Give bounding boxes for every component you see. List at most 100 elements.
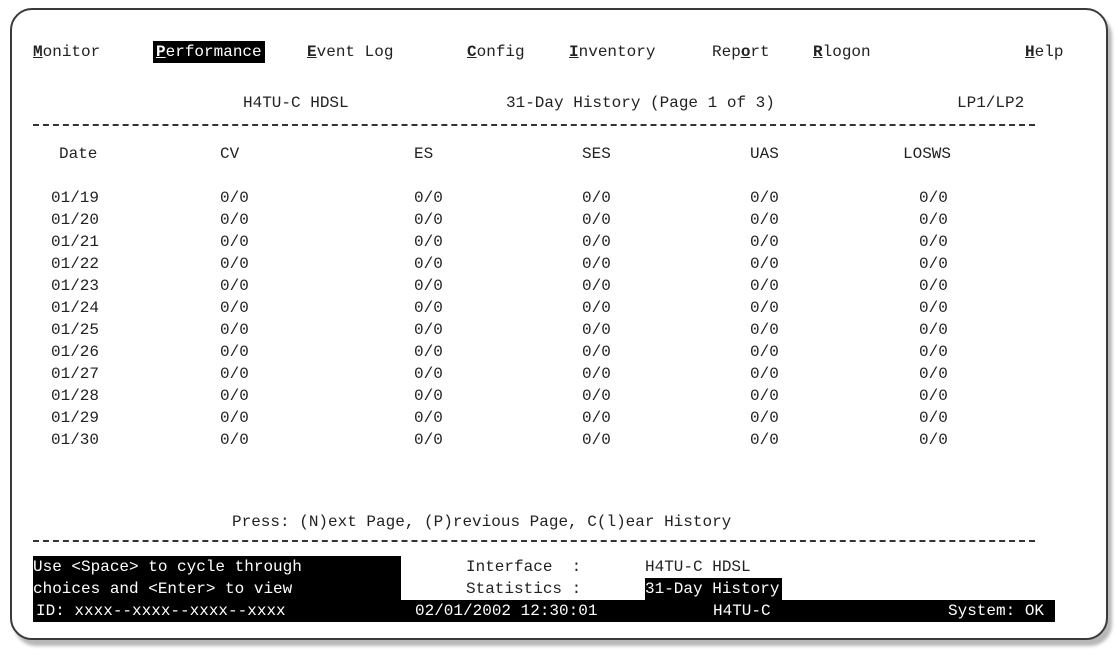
cell-date: 01/28 (51, 387, 100, 405)
menu-event-log[interactable]: Event Log (307, 41, 393, 63)
cell-losws: 0/0 (919, 343, 948, 361)
cell-cv: 0/0 (220, 387, 249, 405)
menu-label: vent Log (316, 43, 394, 61)
menu-hotkey: R (813, 43, 823, 61)
cell-date: 01/26 (51, 343, 100, 361)
cell-es: 0/0 (414, 431, 443, 449)
cell-uas: 0/0 (750, 211, 779, 229)
cell-uas: 0/0 (750, 365, 779, 383)
menu-config[interactable]: Config (467, 41, 525, 63)
cell-ses: 0/0 (582, 233, 611, 251)
cell-es: 0/0 (414, 255, 443, 273)
cell-losws: 0/0 (919, 365, 948, 383)
cell-cv: 0/0 (220, 365, 249, 383)
cell-losws: 0/0 (919, 409, 948, 427)
table-row: 01/25 0/0 0/0 0/0 0/0 0/0 (0, 319, 1118, 341)
cell-uas: 0/0 (750, 233, 779, 251)
cell-losws: 0/0 (919, 211, 948, 229)
cell-cv: 0/0 (220, 431, 249, 449)
cell-ses: 0/0 (582, 211, 611, 229)
cell-losws: 0/0 (919, 321, 948, 339)
cell-es: 0/0 (414, 233, 443, 251)
statistics-selector[interactable]: 31-Day History (645, 578, 783, 600)
cell-ses: 0/0 (582, 255, 611, 273)
cell-es: 0/0 (414, 299, 443, 317)
column-header-cv: CV (220, 145, 240, 163)
interface-value: H4TU-C HDSL (645, 558, 751, 576)
cell-cv: 0/0 (220, 211, 249, 229)
cell-ses: 0/0 (582, 431, 611, 449)
page-title: 31-Day History (Page 1 of 3) (506, 94, 775, 112)
cell-es: 0/0 (414, 189, 443, 207)
cell-cv: 0/0 (220, 409, 249, 427)
cell-cv: 0/0 (220, 233, 249, 251)
cell-es: 0/0 (414, 277, 443, 295)
status-datetime: 02/01/2002 12:30:01 (415, 602, 598, 620)
bottom-divider (33, 540, 1035, 542)
table-row: 01/30 0/0 0/0 0/0 0/0 0/0 (0, 429, 1118, 451)
cell-cv: 0/0 (220, 189, 249, 207)
cell-date: 01/29 (51, 409, 100, 427)
menu-report[interactable]: Report (712, 41, 770, 63)
table-row: 01/22 0/0 0/0 0/0 0/0 0/0 (0, 253, 1118, 275)
table-row: 01/27 0/0 0/0 0/0 0/0 0/0 (0, 363, 1118, 385)
top-divider (33, 124, 1035, 126)
status-unit: H4TU-C (713, 602, 771, 620)
cell-ses: 0/0 (582, 321, 611, 339)
cell-uas: 0/0 (750, 189, 779, 207)
table-row: 01/21 0/0 0/0 0/0 0/0 0/0 (0, 231, 1118, 253)
menu-rlogon[interactable]: Rlogon (813, 41, 871, 63)
cell-date: 01/23 (51, 277, 100, 295)
key-prompt: Press: (N)ext Page, (P)revious Page, C(l… (232, 513, 732, 531)
column-header-date: Date (59, 145, 98, 163)
menu-hotkey: H (1025, 43, 1035, 61)
menu-hotkey: I (569, 43, 579, 61)
menu-label: onitor (42, 43, 101, 61)
cell-cv: 0/0 (220, 299, 249, 317)
cell-losws: 0/0 (919, 255, 948, 273)
column-header-losws: LOSWS (903, 145, 952, 163)
cell-ses: 0/0 (582, 409, 611, 427)
cell-es: 0/0 (414, 409, 443, 427)
menu-label: onfig (476, 43, 525, 61)
cell-ses: 0/0 (582, 299, 611, 317)
cell-es: 0/0 (414, 321, 443, 339)
cell-ses: 0/0 (582, 387, 611, 405)
cell-ses: 0/0 (582, 343, 611, 361)
cell-losws: 0/0 (919, 299, 948, 317)
table-row: 01/23 0/0 0/0 0/0 0/0 0/0 (0, 275, 1118, 297)
cell-uas: 0/0 (750, 431, 779, 449)
menu-hotkey: M (33, 43, 43, 61)
menu-label-prefix: Rep (712, 43, 741, 61)
cell-losws: 0/0 (919, 189, 948, 207)
help-text-line-1: Use <Space> to cycle through (33, 556, 401, 578)
interface-label: Interface : (466, 558, 591, 576)
menu-hotkey: o (740, 43, 751, 61)
help-text-line-2: choices and <Enter> to view (33, 578, 401, 600)
menu-monitor[interactable]: Monitor (33, 41, 100, 63)
column-header-es: ES (414, 145, 434, 163)
table-row: 01/26 0/0 0/0 0/0 0/0 0/0 (0, 341, 1118, 363)
menu-label: nventory (578, 43, 656, 61)
cell-losws: 0/0 (919, 431, 948, 449)
menu-label: erformance (165, 43, 262, 61)
cell-uas: 0/0 (750, 409, 779, 427)
statistics-label: Statistics : (466, 580, 591, 598)
cell-ses: 0/0 (582, 365, 611, 383)
menu-help[interactable]: Help (1025, 41, 1063, 63)
cell-date: 01/20 (51, 211, 100, 229)
menu-label: logon (822, 43, 871, 61)
menu-performance[interactable]: Performance (153, 41, 265, 63)
column-header-uas: UAS (750, 145, 779, 163)
cell-es: 0/0 (414, 211, 443, 229)
table-row: 01/19 0/0 0/0 0/0 0/0 0/0 (0, 187, 1118, 209)
loop-label: LP1/LP2 (957, 94, 1025, 112)
status-id: ID: xxxx--xxxx--xxxx--xxxx (36, 602, 286, 620)
status-system: System: OK (948, 602, 1045, 620)
table-row: 01/20 0/0 0/0 0/0 0/0 0/0 (0, 209, 1118, 231)
cell-es: 0/0 (414, 387, 443, 405)
column-header-ses: SES (582, 145, 611, 163)
cell-uas: 0/0 (750, 387, 779, 405)
menu-inventory[interactable]: Inventory (569, 41, 655, 63)
cell-date: 01/24 (51, 299, 100, 317)
